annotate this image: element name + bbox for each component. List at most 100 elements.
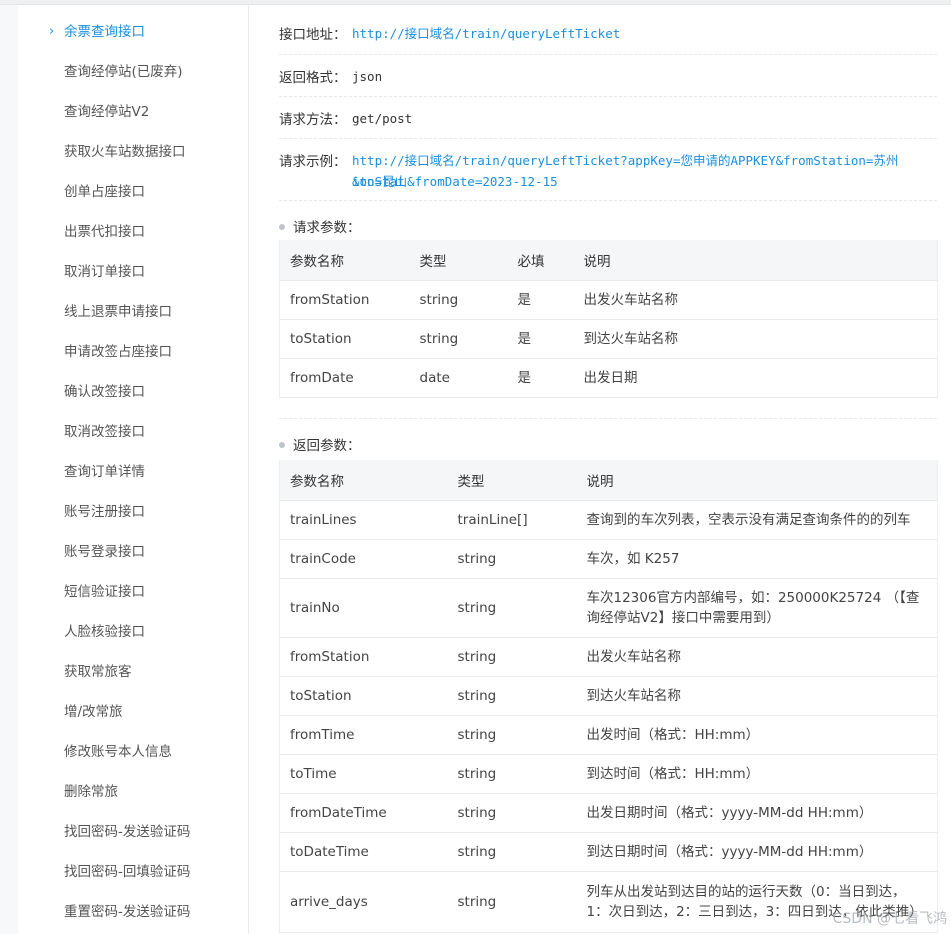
sidebar-item-cancel-change[interactable]: 取消改签接口 bbox=[64, 412, 145, 452]
sidebar-item-order-detail[interactable]: 查询订单详情 bbox=[64, 452, 145, 492]
cell: 到达火车站名称 bbox=[573, 319, 938, 359]
watermark-text: CSDN @七看飞鸿 bbox=[832, 911, 947, 927]
table-row: trainCode string 车次，如 K257 bbox=[279, 539, 938, 579]
api-address-label: 接口地址： bbox=[279, 27, 347, 43]
request-example-link-cont[interactable]: ion=昆山&fromDate=2023-12-15 bbox=[352, 171, 558, 192]
cell: fromDate bbox=[279, 358, 410, 398]
sidebar-item-delete-passenger[interactable]: 删除常旅 bbox=[64, 772, 118, 812]
sidebar-item-get-passengers[interactable]: 获取常旅客 bbox=[64, 652, 132, 692]
return-format-label: 返回格式： bbox=[279, 70, 347, 86]
sidebar-item-label: 余票查询接口 bbox=[64, 24, 145, 40]
cell: fromStation bbox=[279, 280, 410, 320]
sidebar-item-label: 短信验证接口 bbox=[64, 584, 145, 600]
request-example-row: 请求示例： http://接口域名/train/queryLeftTicket?… bbox=[279, 150, 939, 194]
table-row: trainLines trainLine[] 查询到的车次列表，空表示没有满足查… bbox=[279, 500, 938, 540]
table-row: toStation string 到达火车站名称 bbox=[279, 676, 938, 716]
request-params-title: 请求参数： bbox=[279, 216, 361, 236]
sidebar-item-label: 确认改签接口 bbox=[64, 384, 145, 400]
sidebar-item-left-ticket-query[interactable]: › 余票查询接口 bbox=[49, 12, 145, 52]
sidebar-item-recover-send-code[interactable]: 找回密码-发送验证码 bbox=[64, 812, 190, 852]
sidebar-item-account-register[interactable]: 账号注册接口 bbox=[64, 492, 145, 532]
sidebar-item-label: 找回密码-回填验证码 bbox=[64, 864, 191, 880]
left-gutter bbox=[0, 5, 18, 934]
return-params-title: 返回参数： bbox=[279, 434, 361, 454]
divider bbox=[279, 96, 937, 97]
cell: 出发火车站名称 bbox=[576, 637, 938, 677]
main-content: 接口地址： http://接口域名/train/queryLeftTicket … bbox=[249, 5, 951, 934]
column-header: 类型 bbox=[447, 460, 577, 501]
return-params-table: 参数名称 类型 说明 trainLines trainLine[] 查询到的车次… bbox=[279, 460, 938, 933]
sidebar-item-sms-verify[interactable]: 短信验证接口 bbox=[64, 572, 145, 612]
cell: string bbox=[447, 539, 577, 579]
sidebar-item-cancel-order[interactable]: 取消订单接口 bbox=[64, 252, 145, 292]
table-row: trainNo string 车次12306官方内部编号，如：250000K25… bbox=[279, 578, 938, 638]
table-header-row: 参数名称 类型 必填 说明 bbox=[279, 240, 938, 281]
sidebar-item-stop-query-v2[interactable]: 查询经停站V2 bbox=[64, 92, 149, 132]
bullet-dot-icon bbox=[279, 442, 285, 448]
chevron-right-icon: › bbox=[49, 24, 55, 39]
sidebar-item-label: 人脸核验接口 bbox=[64, 624, 145, 640]
sidebar-item-confirm-change[interactable]: 确认改签接口 bbox=[64, 372, 145, 412]
column-header: 说明 bbox=[573, 240, 938, 281]
sidebar-item-label: 查询订单详情 bbox=[64, 464, 145, 480]
sidebar-item-station-data[interactable]: 获取火车站数据接口 bbox=[64, 132, 186, 172]
sidebar-item-label: 账号登录接口 bbox=[64, 544, 145, 560]
cell: string bbox=[447, 715, 577, 755]
cell: string bbox=[447, 793, 577, 833]
sidebar-item-stop-query-deprecated[interactable]: 查询经停站(已废弃) bbox=[64, 52, 183, 92]
sidebar-item-label: 创单占座接口 bbox=[64, 184, 145, 200]
cell: toTime bbox=[279, 754, 448, 794]
sidebar-item-edit-self-info[interactable]: 修改账号本人信息 bbox=[64, 732, 172, 772]
sidebar-item-label: 出票代扣接口 bbox=[64, 224, 145, 240]
column-header: 必填 bbox=[507, 240, 574, 281]
sidebar-item-label: 线上退票申请接口 bbox=[64, 304, 172, 320]
sidebar-item-label: 取消订单接口 bbox=[64, 264, 145, 280]
request-method-label: 请求方法： bbox=[279, 112, 347, 128]
return-format-row: 返回格式： json bbox=[279, 66, 939, 88]
api-address-row: 接口地址： http://接口域名/train/queryLeftTicket bbox=[279, 23, 939, 45]
sidebar-item-apply-change[interactable]: 申请改签占座接口 bbox=[64, 332, 172, 372]
sidebar-item-label: 获取常旅客 bbox=[64, 664, 132, 680]
sidebar-item-refund[interactable]: 线上退票申请接口 bbox=[64, 292, 172, 332]
sidebar-item-label: 修改账号本人信息 bbox=[64, 744, 172, 760]
sidebar-item-recover-fill-code[interactable]: 找回密码-回填验证码 bbox=[64, 852, 190, 892]
sidebar-item-label: 删除常旅 bbox=[64, 784, 118, 800]
table-header-row: 参数名称 类型 说明 bbox=[279, 460, 938, 501]
table-row: fromTime string 出发时间（格式：HH:mm） bbox=[279, 715, 938, 755]
cell: string bbox=[409, 280, 508, 320]
cell: 出发日期 bbox=[573, 358, 938, 398]
cell: string bbox=[447, 578, 577, 638]
sidebar-item-face-verify[interactable]: 人脸核验接口 bbox=[64, 612, 145, 652]
api-address-link[interactable]: http://接口域名/train/queryLeftTicket bbox=[352, 23, 620, 44]
cell: 出发日期时间（格式：yyyy-MM-dd HH:mm） bbox=[576, 793, 938, 833]
cell: 查询到的车次列表，空表示没有满足查询条件的的列车 bbox=[576, 500, 938, 540]
cell: string bbox=[447, 832, 577, 872]
sidebar-nav: › 余票查询接口 查询经停站(已废弃) 查询经停站V2 获取火车站数据接口 创单… bbox=[18, 5, 249, 934]
cell: string bbox=[447, 871, 577, 933]
sidebar-item-label: 账号注册接口 bbox=[64, 504, 145, 520]
return-format-value: json bbox=[352, 69, 383, 84]
sidebar-item-label: 查询经停站V2 bbox=[64, 104, 150, 120]
column-header: 参数名称 bbox=[279, 240, 410, 281]
cell: 是 bbox=[507, 319, 574, 359]
request-example-label: 请求示例： bbox=[279, 154, 347, 170]
sidebar-item-edit-passenger[interactable]: 增/改常旅 bbox=[64, 692, 123, 732]
column-header: 类型 bbox=[409, 240, 508, 281]
cell: 到达日期时间（格式：yyyy-MM-dd HH:mm） bbox=[576, 832, 938, 872]
cell: string bbox=[447, 676, 577, 716]
request-params-table: 参数名称 类型 必填 说明 fromStation string 是 出发火车站… bbox=[279, 240, 938, 398]
column-header: 说明 bbox=[576, 460, 938, 501]
sidebar-item-issue-ticket[interactable]: 出票代扣接口 bbox=[64, 212, 145, 252]
cell: fromTime bbox=[279, 715, 448, 755]
sidebar-item-label: 取消改签接口 bbox=[64, 424, 145, 440]
cell: 出发火车站名称 bbox=[573, 280, 938, 320]
sidebar-item-create-order[interactable]: 创单占座接口 bbox=[64, 172, 145, 212]
cell: fromStation bbox=[279, 637, 448, 677]
bullet-dot-icon bbox=[279, 224, 285, 230]
sidebar-item-reset-send-code[interactable]: 重置密码-发送验证码 bbox=[64, 892, 190, 932]
divider bbox=[279, 200, 937, 201]
sidebar-item-account-login[interactable]: 账号登录接口 bbox=[64, 532, 145, 572]
sidebar-item-label: 获取火车站数据接口 bbox=[64, 144, 186, 160]
table-row: fromStation string 出发火车站名称 bbox=[279, 637, 938, 677]
request-method-value: get/post bbox=[352, 111, 413, 126]
